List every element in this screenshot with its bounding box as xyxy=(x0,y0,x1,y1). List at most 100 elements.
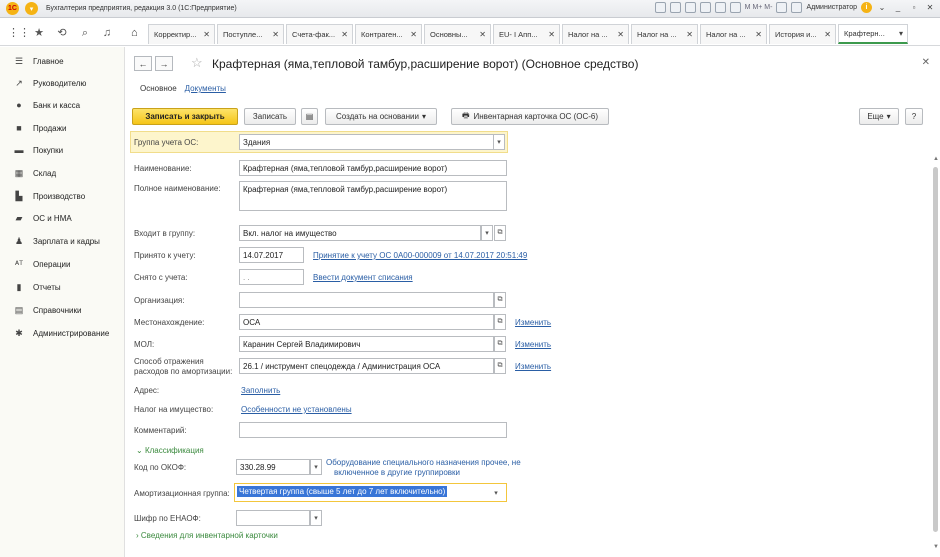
sidebar-item-main[interactable]: ☰ Главное xyxy=(0,52,125,70)
open-icon[interactable]: ⧉ xyxy=(494,225,506,241)
home-icon[interactable]: ⌂ xyxy=(131,27,138,39)
doc-tab[interactable]: Счета-фак... ✕ xyxy=(286,24,353,44)
sidebar-item-operations[interactable]: ᴬᵀ Операции xyxy=(0,255,125,273)
accepted-date-field[interactable]: 14.07.2017 xyxy=(239,247,304,263)
doc-tab[interactable]: EU- I Апп... ✕ xyxy=(493,24,560,44)
minimize-button[interactable]: _ xyxy=(892,3,904,12)
close-icon[interactable]: ✕ xyxy=(922,57,930,68)
classification-group-header[interactable]: ⌄ Классификация xyxy=(136,446,204,455)
chevron-down-icon[interactable]: ▾ xyxy=(481,225,493,241)
property-tax-link[interactable]: Особенности не установлены xyxy=(241,405,352,414)
sidebar-item-purchases[interactable]: ▬ Покупки xyxy=(0,141,125,159)
link-icon[interactable] xyxy=(684,2,696,13)
save-button[interactable]: Записать xyxy=(244,108,296,125)
report-icon[interactable]: ▤ xyxy=(301,108,318,125)
sidebar-item-assets[interactable]: ▰ ОС и НМА xyxy=(0,209,125,227)
close-icon[interactable]: ✕ xyxy=(341,30,348,39)
amortization-group-value[interactable]: Четвертая группа (свыше 5 лет до 7 лет в… xyxy=(237,486,448,497)
doc-tab[interactable]: Налог на ... ✕ xyxy=(700,24,767,44)
scroll-up-icon[interactable]: ▲ xyxy=(933,156,939,162)
open-icon[interactable]: ⧉ xyxy=(494,358,506,374)
doc-tab[interactable]: Основны... ✕ xyxy=(424,24,491,44)
sidebar-item-catalogs[interactable]: ▤ Справочники xyxy=(0,301,125,319)
parent-field[interactable]: Вкл. налог на имущество xyxy=(239,225,481,241)
inventory-card-group-header[interactable]: › Сведения для инвентарной карточки xyxy=(136,531,278,540)
sidebar-item-bank[interactable]: ● Банк и касса xyxy=(0,96,125,114)
chevron-down-icon[interactable]: ▾ xyxy=(899,29,903,38)
doc-tab[interactable]: Налог на ... ✕ xyxy=(562,24,629,44)
close-icon[interactable]: ✕ xyxy=(203,30,210,39)
mol-change-link[interactable]: Изменить xyxy=(515,340,551,349)
forward-button[interactable]: → xyxy=(155,56,173,71)
method-field[interactable]: 26.1 / инструмент спецодежда / Администр… xyxy=(239,358,494,374)
doc-tab[interactable]: История и... ✕ xyxy=(769,24,836,44)
chevron-down-icon[interactable]: ▾ xyxy=(310,459,322,475)
open-icon[interactable]: ⧉ xyxy=(494,314,506,330)
enaof-field[interactable] xyxy=(236,510,310,526)
close-icon[interactable]: ✕ xyxy=(617,30,624,39)
info-icon[interactable]: i xyxy=(861,2,872,13)
location-field[interactable]: ОСА xyxy=(239,314,494,330)
favorites-star-icon[interactable]: ★ xyxy=(32,26,46,40)
close-icon[interactable]: ✕ xyxy=(272,30,279,39)
doc-tab[interactable]: Налог на ... ✕ xyxy=(631,24,698,44)
location-change-link[interactable]: Изменить xyxy=(515,318,551,327)
save-and-close-button[interactable]: Записать и закрыть xyxy=(132,108,238,125)
name-field[interactable]: Крафтерная (яма,тепловой тамбур,расширен… xyxy=(239,160,507,176)
group-select[interactable]: Здания xyxy=(239,134,505,150)
organization-field[interactable] xyxy=(239,292,494,308)
removed-date-field[interactable]: . . xyxy=(239,269,304,285)
restore-button[interactable]: ▫ xyxy=(908,3,920,12)
close-icon[interactable]: ✕ xyxy=(410,30,417,39)
memory-buttons[interactable]: M M+ M- xyxy=(745,4,773,11)
close-icon[interactable]: ✕ xyxy=(755,30,762,39)
sidebar-item-sales[interactable]: ■ Продажи xyxy=(0,119,125,137)
fullname-field[interactable]: Крафтерная (яма,тепловой тамбур,расширен… xyxy=(239,181,507,211)
scroll-down-icon[interactable]: ▼ xyxy=(933,544,939,550)
open-icon[interactable]: ⧉ xyxy=(494,336,506,352)
calendar-icon[interactable] xyxy=(729,2,741,13)
save-icon[interactable] xyxy=(699,2,711,13)
sidebar-item-salary[interactable]: ♟ Зарплата и кадры xyxy=(0,232,125,250)
tab-main[interactable]: Основное xyxy=(140,84,177,93)
help-button[interactable]: ? xyxy=(905,108,923,125)
back-button[interactable]: ← xyxy=(134,56,152,71)
grid-menu-icon[interactable]: ⋮⋮ xyxy=(8,26,30,40)
chevron-down-icon[interactable]: ▾ xyxy=(310,510,322,526)
close-icon[interactable]: ✕ xyxy=(686,30,693,39)
tab-documents[interactable]: Документы xyxy=(185,84,226,93)
doc-tab[interactable]: Поступле... ✕ xyxy=(217,24,284,44)
close-icon[interactable]: ✕ xyxy=(824,30,831,39)
write-off-document-link[interactable]: Ввести документ списания xyxy=(313,273,413,282)
accepted-document-link[interactable]: Принятие к учету ОС 0А00-000009 от 14.07… xyxy=(313,251,527,260)
comment-field[interactable] xyxy=(239,422,507,438)
sidebar-item-manager[interactable]: ↗ Руководителю xyxy=(0,74,125,92)
close-window-button[interactable]: ✕ xyxy=(924,3,936,12)
chevron-down-icon[interactable]: ▾ xyxy=(490,485,502,501)
okof-field[interactable]: 330.28.99 xyxy=(236,459,310,475)
open-icon[interactable]: ⧉ xyxy=(494,292,506,308)
sidebar-item-admin[interactable]: ✱ Администрирование xyxy=(0,324,125,342)
scrollbar[interactable] xyxy=(933,167,938,532)
user-name[interactable]: Администратор xyxy=(806,4,857,11)
doc-tab-active[interactable]: Крафтерн... ▾ xyxy=(838,24,908,44)
favorite-star-icon[interactable]: ☆ xyxy=(191,55,203,71)
notifications-bell-icon[interactable]: ♫ xyxy=(100,26,114,40)
search-icon[interactable]: ⌕ xyxy=(78,26,92,40)
main-menu-button[interactable]: ▾ xyxy=(25,2,38,15)
search-icon[interactable] xyxy=(776,2,788,13)
create-based-on-button[interactable]: Создать на основании ▾ xyxy=(325,108,437,125)
panels-icon[interactable] xyxy=(791,2,803,13)
print-icon[interactable] xyxy=(669,2,681,13)
doc-tab[interactable]: Корректир... ✕ xyxy=(148,24,215,44)
sidebar-item-reports[interactable]: ▮ Отчеты xyxy=(0,278,125,296)
doc-tab[interactable]: Контраген... ✕ xyxy=(355,24,422,44)
sidebar-item-production[interactable]: ▙ Производство xyxy=(0,187,125,205)
window-menu-button[interactable]: ⌄ xyxy=(876,3,888,12)
sidebar-item-warehouse[interactable]: ▦ Склад xyxy=(0,164,125,182)
address-fill-link[interactable]: Заполнить xyxy=(241,386,280,395)
close-icon[interactable]: ✕ xyxy=(548,30,555,39)
method-change-link[interactable]: Изменить xyxy=(515,362,551,371)
close-icon[interactable]: ✕ xyxy=(479,30,486,39)
history-icon[interactable]: ⟲ xyxy=(55,26,69,40)
